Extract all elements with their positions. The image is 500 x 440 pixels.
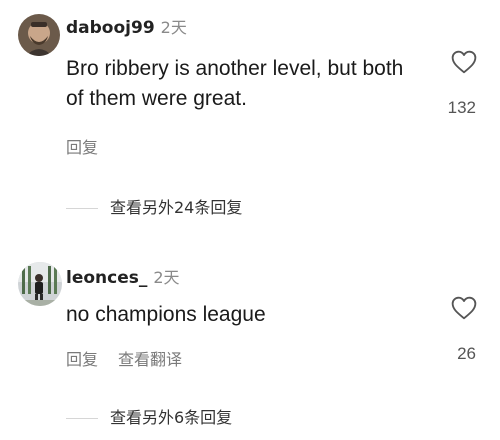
avatar-image [18,14,60,56]
comment-actions: 回复 [66,134,98,158]
username[interactable]: leonces_ [66,268,147,288]
avatar[interactable] [18,14,60,56]
avatar-image [18,262,62,306]
timestamp: 2天 [160,18,187,37]
comment-header: leonces_ 2天 [66,268,180,288]
reply-button[interactable]: 回复 [66,138,98,157]
view-replies-link[interactable]: 查看另外6条回复 [66,404,232,428]
heart-icon[interactable] [451,50,477,74]
comment-text: Bro ribbery is another level, but both o… [66,57,404,110]
view-replies-label: 查看另外6条回复 [110,408,233,427]
avatar[interactable] [18,262,62,306]
timestamp: 2天 [153,268,180,287]
heart-icon[interactable] [451,296,477,320]
view-replies-link[interactable]: 查看另外24条回复 [66,194,242,218]
replies-divider-line [66,208,98,209]
comment-header: dabooj99 2天 [66,18,187,38]
like-count: 26 [457,344,476,363]
replies-divider-line [66,418,98,419]
view-replies-label: 查看另外24条回复 [110,198,243,217]
translate-button[interactable]: 查看翻译 [118,350,182,369]
comment-item: dabooj99 2天 Bro ribbery is another level,… [0,0,500,230]
like-count: 132 [447,98,476,117]
comment-actions: 回复 查看翻译 [66,346,182,370]
username[interactable]: dabooj99 [66,18,155,38]
reply-button[interactable]: 回复 [66,350,98,369]
comment-text: no champions league [66,303,266,326]
comment-item: leonces_ 2天 no champions league 回复 查看翻译 26… [0,250,500,440]
